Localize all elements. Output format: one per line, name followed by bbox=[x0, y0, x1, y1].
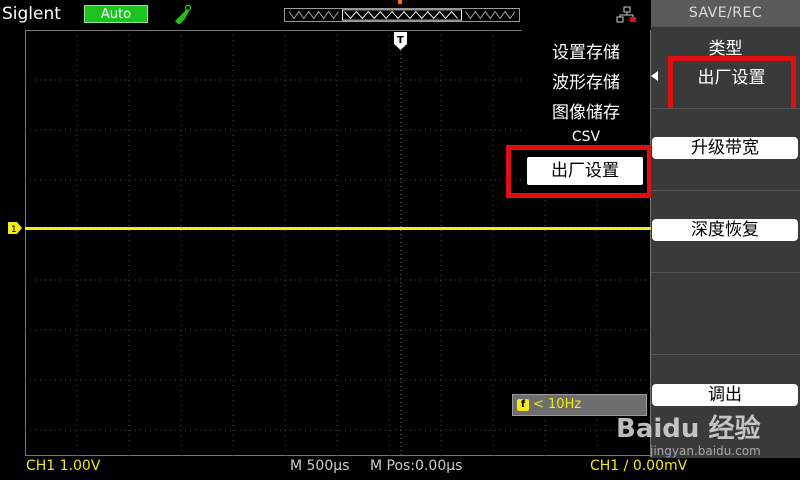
status-bar: CH1 1.00V M 500μs M Pos:0.00μs CH1 ∕ 0.0… bbox=[0, 458, 800, 480]
horizontal-position: M Pos:0.00μs bbox=[370, 458, 463, 474]
brand-label: Siglent bbox=[2, 4, 61, 24]
menu-item-waveform-save[interactable]: 波形存储 bbox=[522, 68, 650, 93]
trigger-time-marker: T bbox=[394, 32, 407, 50]
frequency-icon: f bbox=[517, 399, 529, 411]
softkey-deep-recovery[interactable]: 深度恢复 bbox=[652, 219, 798, 241]
channel1-scale: CH1 1.00V bbox=[26, 458, 101, 474]
baidu-watermark-logo: Baidu 经验 bbox=[616, 414, 761, 444]
probe-icon bbox=[175, 4, 192, 24]
baidu-watermark-url: jingyan.baidu.com bbox=[650, 444, 761, 458]
softkey-upgrade-bandwidth[interactable]: 升级带宽 bbox=[652, 137, 798, 159]
channel1-offset-marker[interactable]: 1 bbox=[8, 222, 22, 234]
svg-text:T: T bbox=[397, 35, 404, 46]
menu-item-setup-save[interactable]: 设置存储 bbox=[522, 38, 650, 63]
svg-text:1: 1 bbox=[11, 225, 17, 234]
acquire-mode-badge[interactable]: Auto bbox=[84, 5, 148, 23]
channel1-trace bbox=[25, 227, 651, 230]
highlight-box-softkey bbox=[668, 56, 796, 114]
menu-item-csv[interactable]: CSV bbox=[522, 129, 650, 145]
timebase-scale: M 500μs bbox=[290, 458, 350, 474]
highlight-box-popup bbox=[506, 145, 652, 198]
softkey-recall[interactable]: 调出 bbox=[652, 384, 798, 406]
select-arrow-icon bbox=[651, 71, 658, 81]
softkey-slot-4[interactable] bbox=[651, 272, 800, 354]
waveform-position-strip bbox=[284, 8, 520, 22]
menu-item-image-save[interactable]: 图像储存 bbox=[522, 98, 650, 123]
trigger-position-marker bbox=[398, 0, 402, 4]
softkey-title: SAVE/REC bbox=[651, 0, 800, 26]
trigger-level: CH1 ∕ 0.00mV bbox=[590, 458, 688, 474]
frequency-value: < 10Hz bbox=[533, 397, 582, 412]
network-icon bbox=[616, 6, 636, 23]
